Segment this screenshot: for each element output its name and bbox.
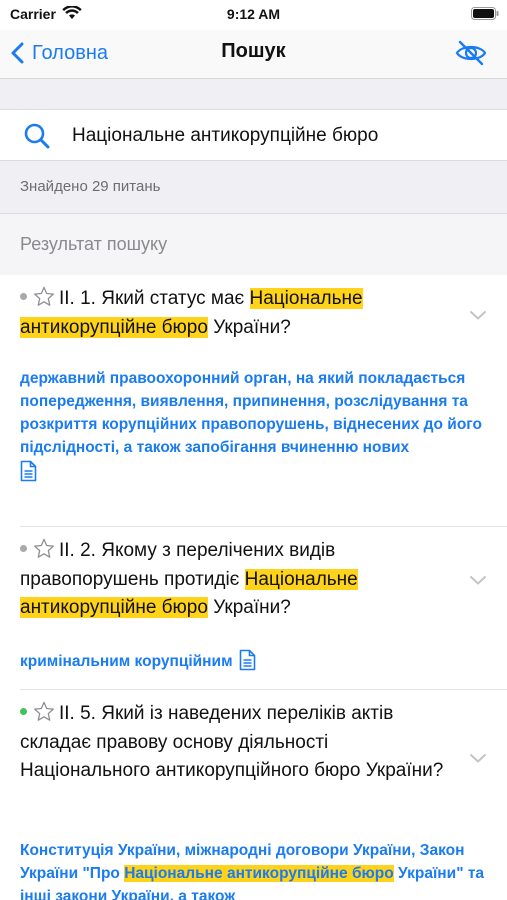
answer-text: кримінальним корупційним xyxy=(20,649,490,673)
eye-slash-icon[interactable] xyxy=(455,40,487,66)
star-icon[interactable] xyxy=(33,286,55,307)
result-item[interactable]: ІІ. 5. Який із наведених переліків актів… xyxy=(0,690,507,900)
answer-text: Конституція України, міжнародні договори… xyxy=(20,842,485,900)
result-item[interactable]: ІІ. 2. Якому з перелічених видів правопо… xyxy=(0,527,507,687)
results-count-row: Знайдено 29 питань xyxy=(0,161,507,213)
document-icon[interactable] xyxy=(239,649,256,671)
chevron-down-icon[interactable] xyxy=(469,752,487,764)
navigation-bar: Головна Пошук xyxy=(0,30,507,78)
status-bar: Carrier 9:12 AM xyxy=(0,0,507,30)
question-text: ІІ. 5. Який із наведених переліків актів… xyxy=(20,701,444,781)
star-icon[interactable] xyxy=(33,538,55,559)
results-count: Знайдено 29 питань xyxy=(20,178,161,195)
star-icon[interactable] xyxy=(33,701,55,722)
status-dot xyxy=(20,293,27,301)
section-title: Результат пошуку xyxy=(20,234,168,254)
page-title: Пошук xyxy=(221,40,286,62)
highlight: Національне антикорупційне бюро xyxy=(124,865,394,882)
search-icon[interactable] xyxy=(23,122,51,150)
chevron-down-icon[interactable] xyxy=(469,574,487,586)
chevron-down-icon[interactable] xyxy=(469,309,487,321)
spacer xyxy=(0,78,507,109)
result-item[interactable]: ІІ. 1. Який статус має Національне антик… xyxy=(0,275,507,525)
status-dot xyxy=(20,708,27,716)
answer-text: державний правоохоронний орган, на який … xyxy=(20,367,490,482)
clock: 9:12 AM xyxy=(226,6,281,22)
search-input[interactable] xyxy=(72,122,492,150)
status-dot xyxy=(20,545,27,553)
question-text: ІІ. 1. Який статус має Національне антик… xyxy=(20,286,363,338)
question-text: ІІ. 2. Якому з перелічених видів правопо… xyxy=(20,538,358,618)
results-list: ІІ. 1. Який статус має Національне антик… xyxy=(0,275,507,900)
search-bar xyxy=(0,109,507,161)
battery-icon xyxy=(471,7,499,20)
results-section-header: Результат пошуку xyxy=(0,213,507,275)
document-icon[interactable] xyxy=(20,460,37,482)
